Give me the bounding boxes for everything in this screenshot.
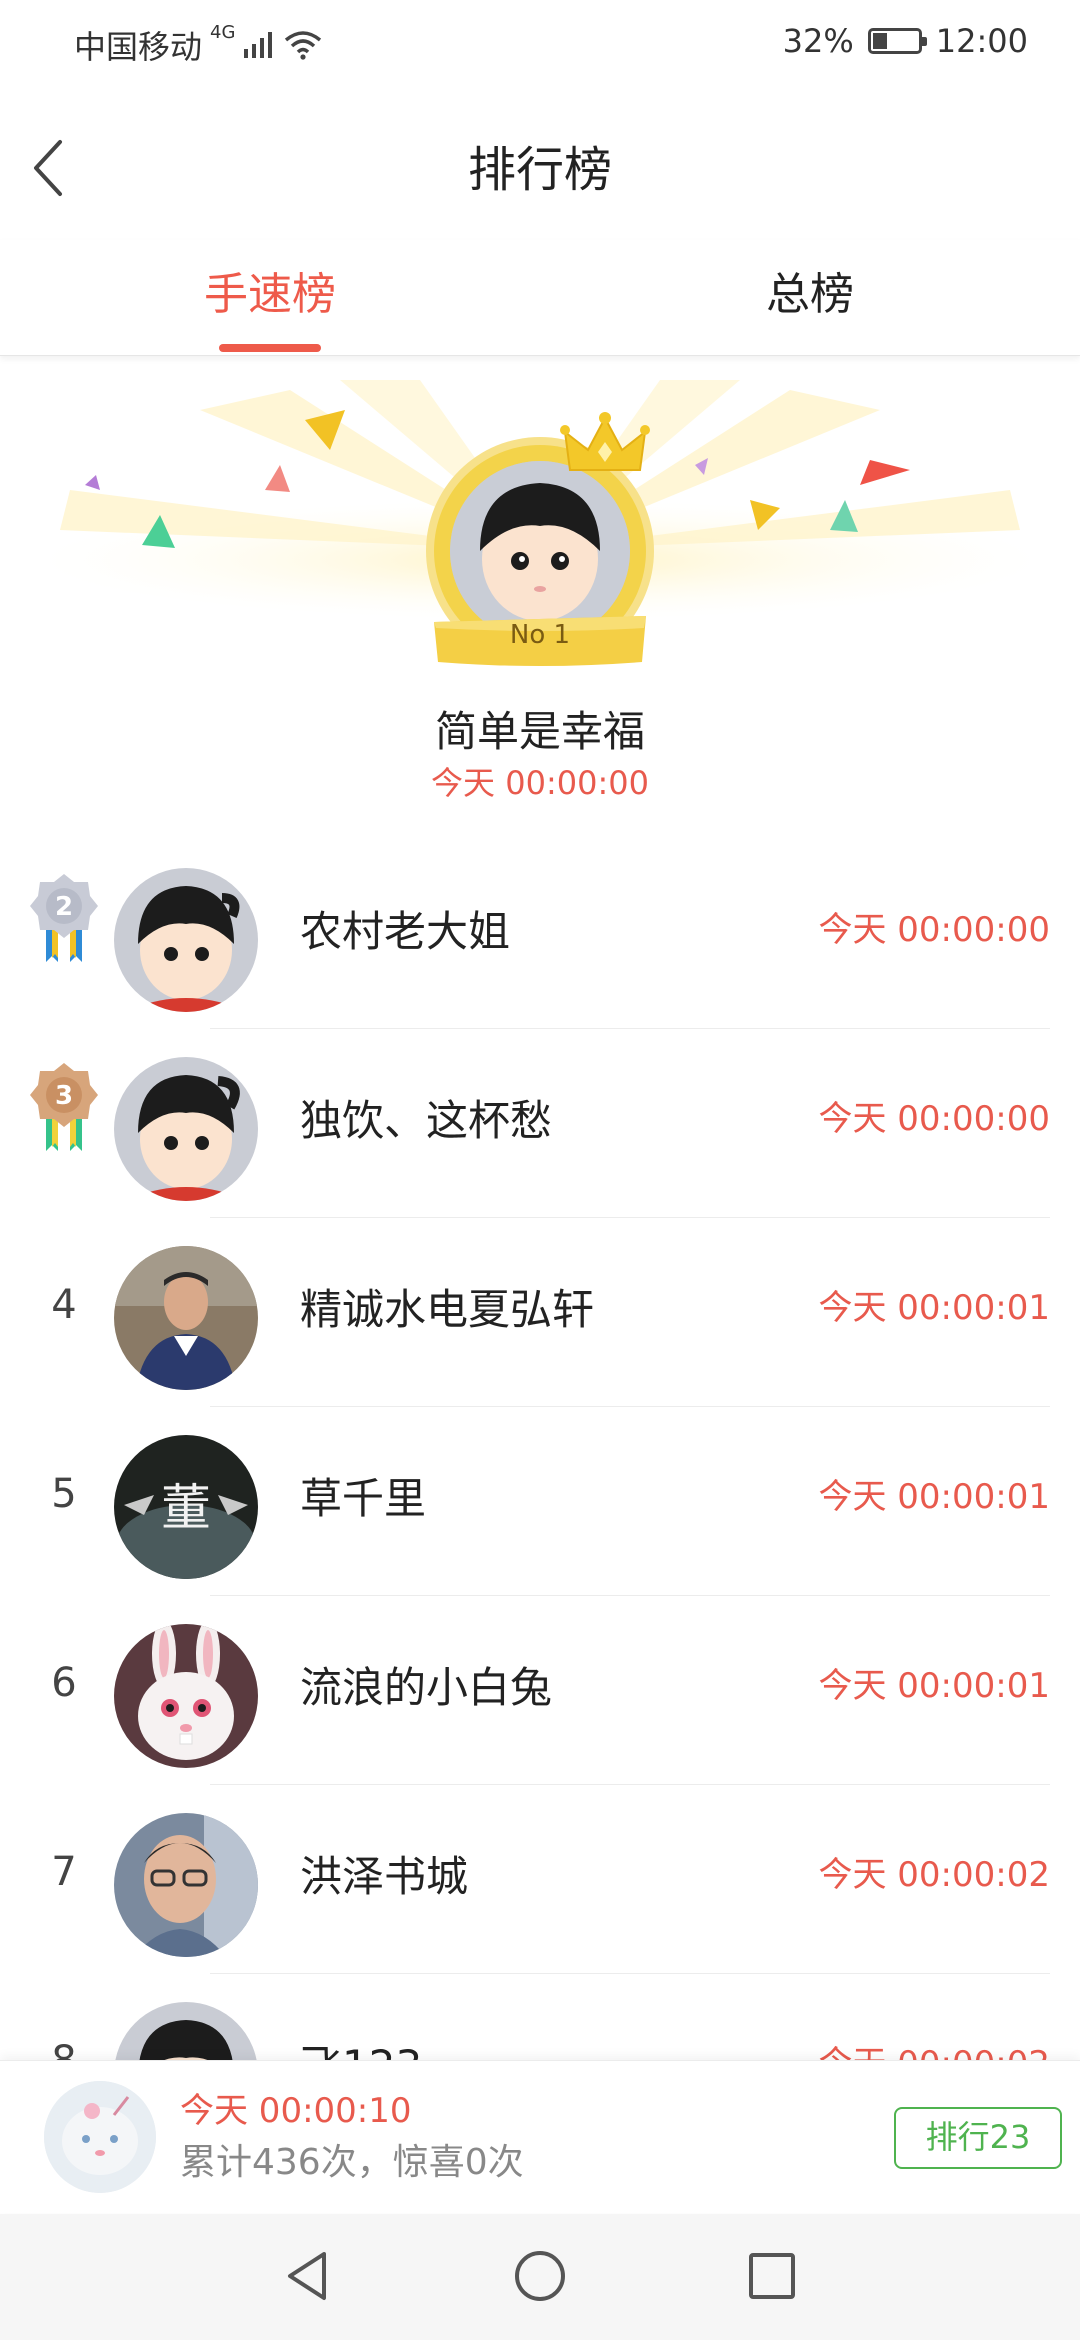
network-type: 4G bbox=[210, 22, 236, 43]
user-name: 独饮、这杯愁 bbox=[300, 1096, 553, 1145]
user-name: 流浪的小白兔 bbox=[300, 1663, 553, 1712]
ranking-row[interactable]: 4 精诚水电夏弘轩 今天 00:00:01 bbox=[0, 1218, 1080, 1407]
status-left: 中国移动 4G bbox=[74, 22, 323, 68]
cartoon-face-icon bbox=[114, 1057, 258, 1201]
nav-home-icon[interactable] bbox=[510, 2246, 570, 2306]
tab-overall-ranking[interactable]: 总榜 bbox=[540, 258, 1080, 322]
rank-one-label: No 1 bbox=[509, 620, 571, 650]
tab-bar: 手速榜 总榜 bbox=[0, 240, 1080, 356]
nav-recents-icon[interactable] bbox=[742, 2246, 802, 2306]
rank-number: 5 bbox=[51, 1471, 77, 1517]
user-avatar bbox=[114, 1624, 258, 1768]
user-name: 精诚水电夏弘轩 bbox=[300, 1285, 595, 1334]
avatar-character: 董 bbox=[161, 1479, 211, 1537]
user-avatar bbox=[114, 1246, 258, 1390]
champion-time: 今天 00:00:00 bbox=[431, 764, 649, 802]
ranking-row[interactable]: 7 洪泽书城 今天 00:00:02 bbox=[0, 1785, 1080, 1974]
user-name: 洪泽书城 bbox=[300, 1852, 469, 1901]
battery-level bbox=[872, 33, 887, 49]
my-rank-button[interactable]: 排行23 bbox=[894, 2107, 1062, 2169]
user-avatar bbox=[114, 1057, 258, 1201]
clock: 12:00 bbox=[935, 22, 1028, 60]
user-avatar bbox=[114, 1813, 258, 1957]
user-time: 今天 00:00:01 bbox=[818, 1288, 1050, 1328]
my-time: 今天 00:00:10 bbox=[180, 2091, 412, 2131]
bronze-medal-icon: 3 bbox=[30, 1063, 98, 1151]
status-bar: 中国移动 4G 32% 12:00 bbox=[0, 0, 1080, 90]
ranking-row[interactable]: 3 独饮、这杯愁 今天 00:00:00 bbox=[0, 1029, 1080, 1218]
ranking-row[interactable]: 6 流浪的小白兔 今天 00:00:01 bbox=[0, 1596, 1080, 1785]
page-title: 排行榜 bbox=[467, 142, 612, 198]
signal-icon bbox=[244, 32, 273, 58]
champion-name: 简单是幸福 bbox=[434, 707, 645, 756]
user-time: 今天 00:00:01 bbox=[818, 1666, 1050, 1706]
rank-number: 4 bbox=[51, 1282, 77, 1328]
bronze-medal-number: 3 bbox=[55, 1081, 73, 1111]
silver-medal-icon: 2 bbox=[30, 874, 98, 962]
user-name: 农村老大姐 bbox=[300, 907, 511, 956]
user-time: 今天 00:00:02 bbox=[818, 1855, 1050, 1895]
nav-back-icon[interactable] bbox=[278, 2246, 338, 2306]
cartoon-face-icon bbox=[114, 868, 258, 1012]
ranking-row[interactable]: 5 董 草千里 今天 00:00:01 bbox=[0, 1407, 1080, 1596]
user-time: 今天 00:00:00 bbox=[818, 910, 1050, 950]
user-time: 今天 00:00:01 bbox=[818, 1477, 1050, 1517]
ranking-row[interactable]: 2 农村老大姐 今天 00:00:00 bbox=[0, 840, 1080, 1029]
title-bar: 排行榜 bbox=[0, 110, 1080, 220]
carrier-name: 中国移动 bbox=[74, 28, 203, 66]
rank-number: 7 bbox=[51, 1849, 77, 1895]
rank-number: 6 bbox=[51, 1660, 77, 1706]
status-right: 32% 12:00 bbox=[783, 22, 1028, 60]
battery-icon bbox=[867, 28, 927, 54]
character-avatar-icon: 董 bbox=[114, 1435, 258, 1579]
crown-icon bbox=[560, 412, 650, 471]
battery-percent: 32% bbox=[782, 22, 854, 60]
user-avatar: 董 bbox=[114, 1435, 258, 1579]
wifi-icon bbox=[285, 31, 322, 60]
active-tab-indicator bbox=[219, 344, 321, 352]
cartoon-cat-icon bbox=[44, 2081, 156, 2193]
person-photo-icon bbox=[114, 1246, 258, 1390]
user-name: 草千里 bbox=[300, 1474, 427, 1523]
white-rabbit-icon bbox=[114, 1624, 258, 1768]
person-photo-icon bbox=[114, 1813, 258, 1957]
my-ranking-bar: 今天 00:00:10 累计436次，惊喜0次 排行23 bbox=[0, 2060, 1080, 2213]
ranking-list: 2 农村老大姐 今天 00:00:00 3 独饮、这杯愁 今天 00:00:00… bbox=[0, 840, 1080, 2163]
user-time: 今天 00:00:00 bbox=[818, 1099, 1050, 1139]
my-stats: 累计436次，惊喜0次 bbox=[180, 2142, 524, 2183]
user-avatar bbox=[114, 868, 258, 1012]
silver-medal-number: 2 bbox=[55, 892, 73, 922]
champion-section: No 1 简单是幸福 今天 00:00:00 bbox=[0, 380, 1080, 820]
system-nav-bar bbox=[0, 2214, 1080, 2340]
tab-speed-ranking[interactable]: 手速榜 bbox=[0, 258, 540, 322]
my-avatar[interactable] bbox=[44, 2081, 156, 2193]
